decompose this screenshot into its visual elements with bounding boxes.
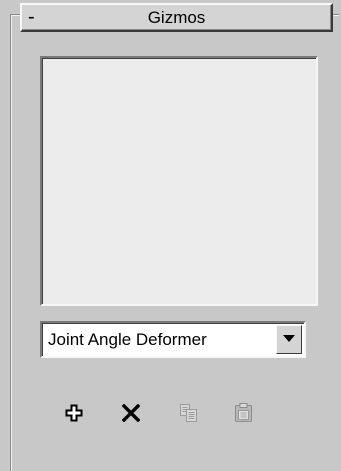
delete-x-icon <box>122 404 140 422</box>
rollout-header[interactable]: - Gizmos <box>20 3 333 32</box>
paste-icon <box>235 403 252 422</box>
dropdown-arrow-button[interactable] <box>276 325 302 354</box>
paste-gizmo-button[interactable] <box>227 396 261 430</box>
copy-icon <box>180 404 197 422</box>
copy-gizmo-button[interactable] <box>172 396 206 430</box>
gizmo-type-selected-value: Joint Angle Deformer <box>48 330 207 349</box>
chevron-down-icon <box>283 335 295 342</box>
gizmo-list[interactable] <box>40 56 318 306</box>
plus-icon <box>65 404 83 422</box>
delete-gizmo-button[interactable] <box>114 396 148 430</box>
gizmo-type-dropdown[interactable]: Joint Angle Deformer <box>40 321 306 358</box>
rollout-title: Gizmos <box>147 8 206 27</box>
gizmos-rollout-panel: - Gizmos Joint Angle Deformer <box>0 0 341 471</box>
add-gizmo-button[interactable] <box>57 396 91 430</box>
